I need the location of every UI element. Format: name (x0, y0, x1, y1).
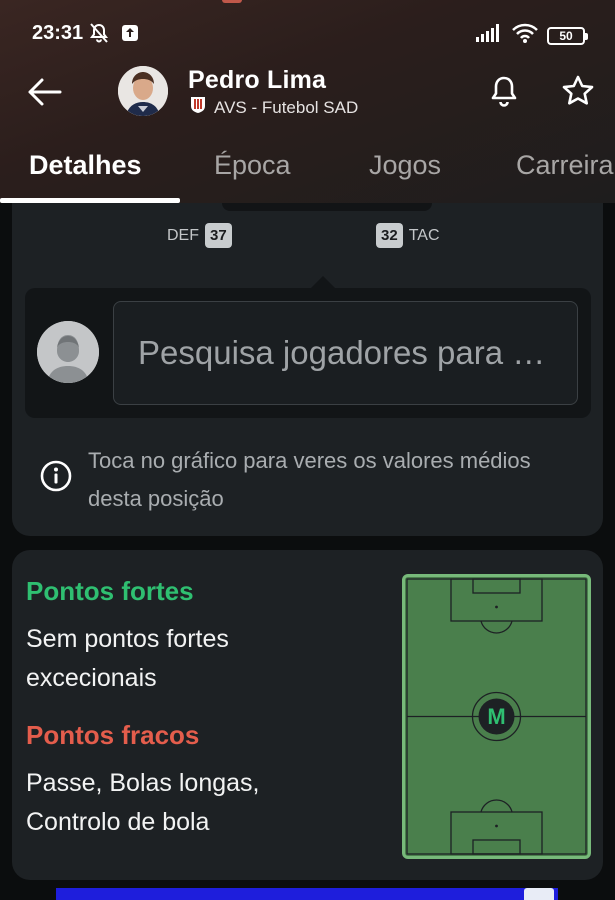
tab-carreira[interactable]: Carreira (516, 150, 614, 181)
notifications-button[interactable] (488, 74, 520, 108)
status-icons-left (88, 22, 140, 49)
upload-icon (120, 23, 140, 48)
strengths-card: Pontos fortes Sem pontos fortes excecion… (12, 550, 603, 880)
weaknesses-title: Pontos fracos (26, 720, 200, 750)
attributes-card: DEF 37 32 TAC Pesquisa jogadores para co… (12, 203, 603, 536)
bell-icon (491, 76, 517, 107)
tac-axis: 32 TAC (376, 223, 440, 248)
player-avatar (118, 66, 168, 116)
team-crest-icon (190, 96, 206, 119)
compare-box: Pesquisa jogadores para comparar (25, 276, 591, 418)
star-icon (562, 75, 594, 105)
position-marker: M (487, 704, 505, 729)
ad-banner[interactable] (56, 888, 558, 900)
compare-search-input[interactable]: Pesquisa jogadores para comparar (113, 301, 578, 405)
battery-icon: 50 (547, 26, 588, 45)
tab-epoca[interactable]: Época (214, 150, 291, 181)
mute-icon (88, 22, 110, 49)
back-button[interactable] (24, 72, 64, 112)
def-value: 37 (205, 223, 232, 248)
weaknesses-text: Passe, Bolas longas, Controlo de bola (26, 769, 260, 836)
attributes-chart[interactable] (222, 203, 432, 211)
info-icon (40, 460, 72, 492)
tab-jogos[interactable]: Jogos (369, 150, 441, 181)
team-name: AVS - Futebol SAD (214, 97, 359, 117)
tac-value: 32 (376, 223, 403, 248)
status-icons-right: 50 (475, 22, 588, 49)
team-row[interactable]: AVS - Futebol SAD (190, 96, 358, 119)
back-arrow-icon (28, 78, 62, 106)
strengths-title: Pontos fortes (26, 576, 194, 606)
tac-label: TAC (408, 226, 440, 244)
tab-detalhes[interactable]: Detalhes (29, 150, 142, 181)
player-name: Pedro Lima (188, 66, 327, 94)
compare-avatar (37, 321, 99, 383)
tab-bar: Detalhes Época Jogos Carreira (0, 142, 615, 203)
def-axis: DEF 37 (167, 223, 232, 248)
status-time: 23:31 (32, 22, 84, 44)
info-text: Toca no gráfico para veres os valores mé… (88, 448, 531, 511)
player-header: 23:31 50 Pedro Lima AVS - Futebol SAD De… (0, 0, 615, 203)
status-bar: 23:31 50 (0, 0, 615, 66)
favorite-button[interactable] (561, 74, 595, 108)
position-pitch: M (402, 574, 591, 859)
wifi-icon (511, 22, 539, 49)
def-label: DEF (167, 226, 199, 244)
user-placeholder-icon (37, 321, 99, 383)
signal-icon (475, 23, 503, 48)
strengths-text: Sem pontos fortes excecionais (26, 625, 229, 692)
